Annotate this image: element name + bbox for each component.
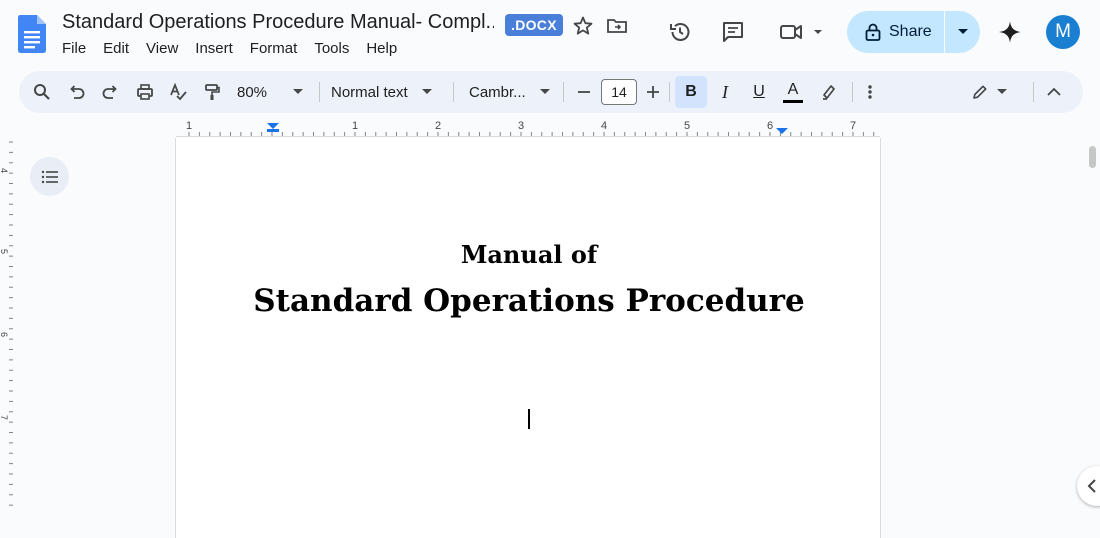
formatting-toolbar: 80% Normal text Cambr... 14 B I U A: [19, 71, 1083, 113]
toolbar-divider: [852, 82, 853, 102]
minus-icon: [578, 91, 590, 93]
menu-format[interactable]: Format: [250, 40, 298, 57]
move-to-folder-icon[interactable]: [605, 14, 629, 38]
zoom-value: 80%: [237, 83, 268, 101]
star-icon[interactable]: [571, 14, 595, 38]
hide-menus-button[interactable]: [1041, 71, 1067, 113]
docx-format-badge: .DOCX: [505, 14, 563, 36]
spellcheck-icon: [170, 83, 187, 101]
redo-icon: [102, 85, 117, 99]
paragraph-style-select[interactable]: Normal text: [325, 71, 445, 113]
version-history-icon[interactable]: [668, 20, 692, 44]
more-vertical-icon: [868, 85, 872, 99]
chevron-down-icon: [957, 29, 968, 34]
outline-list-icon: [41, 170, 58, 183]
share-label: Share: [889, 23, 932, 40]
share-button[interactable]: Share: [847, 11, 944, 53]
document-page[interactable]: Manual of Standard Operations Procedure: [175, 138, 881, 538]
undo-button[interactable]: [64, 71, 90, 113]
menu-insert[interactable]: Insert: [195, 40, 233, 57]
ruler-label: 5: [684, 120, 690, 132]
undo-icon: [70, 85, 85, 99]
first-line-indent-marker[interactable]: [267, 129, 279, 132]
text-color-swatch: [783, 99, 803, 103]
right-indent-marker[interactable]: [776, 128, 788, 134]
vertical-ruler-label: 6: [0, 332, 9, 337]
text-color-button[interactable]: A: [781, 71, 805, 113]
vertical-ruler-label: 7: [0, 415, 9, 420]
chevron-up-icon: [1047, 87, 1061, 96]
underline-button[interactable]: U: [747, 71, 771, 113]
docs-logo-icon[interactable]: [18, 15, 46, 53]
toolbar-divider: [669, 82, 670, 102]
menu-help[interactable]: Help: [366, 40, 397, 57]
account-avatar[interactable]: M: [1046, 15, 1080, 49]
plus-icon: [647, 86, 659, 98]
toolbar-divider: [319, 82, 320, 102]
highlighter-icon: [823, 85, 835, 100]
vertical-ruler-label: 5: [0, 249, 9, 254]
chevron-down-icon: [539, 89, 550, 94]
ruler-label: 3: [518, 120, 524, 132]
document-heading-large[interactable]: Standard Operations Procedure: [176, 283, 882, 319]
bold-button[interactable]: B: [675, 76, 707, 108]
font-family-value: Cambr...: [469, 83, 526, 101]
vertical-ruler[interactable]: 4 5 6 7: [0, 138, 14, 514]
print-button[interactable]: [132, 71, 158, 113]
decrease-font-size-button[interactable]: [574, 71, 594, 113]
vertical-ruler-label: 4: [0, 168, 9, 173]
pencil-icon: [973, 85, 987, 99]
paint-format-button[interactable]: [199, 71, 225, 113]
top-bar: Standard Operations Procedure Manual- Co…: [0, 0, 1100, 66]
print-icon: [137, 84, 153, 100]
menu-tools[interactable]: Tools: [314, 40, 349, 57]
toolbar-divider: [453, 82, 454, 102]
ruler-label: 1: [352, 120, 358, 132]
highlight-color-button[interactable]: [817, 71, 841, 113]
chevron-down-icon: [293, 89, 304, 94]
toolbar-divider: [1033, 82, 1034, 102]
menu-file[interactable]: File: [62, 40, 86, 57]
chevron-down-icon: [997, 89, 1007, 94]
italic-button[interactable]: I: [713, 71, 737, 113]
ruler-label: 1: [186, 120, 192, 132]
redo-button[interactable]: [97, 71, 123, 113]
document-heading-small[interactable]: Manual of: [176, 240, 882, 269]
menu-bar: File Edit View Insert Format Tools Help: [62, 40, 414, 57]
document-outline-button[interactable]: [30, 157, 69, 196]
left-indent-marker[interactable]: [267, 123, 279, 129]
text-cursor: [528, 409, 530, 429]
comments-icon[interactable]: [721, 20, 745, 44]
zoom-select[interactable]: 80%: [229, 71, 311, 113]
paragraph-style-value: Normal text: [331, 83, 408, 101]
share-button-group: Share: [847, 11, 980, 53]
side-panel-toggle-button[interactable]: [1077, 466, 1100, 506]
text-color-label: A: [787, 80, 799, 98]
chevron-left-icon: [1087, 479, 1096, 493]
document-title[interactable]: Standard Operations Procedure Manual- Co…: [62, 11, 494, 34]
gemini-sparkle-icon[interactable]: [998, 20, 1022, 44]
increase-font-size-button[interactable]: [643, 71, 663, 113]
search-menus-button[interactable]: [29, 71, 55, 113]
meet-video-icon[interactable]: [779, 20, 827, 44]
font-family-select[interactable]: Cambr...: [463, 71, 555, 113]
ruler-label: 6: [767, 120, 773, 132]
search-icon: [34, 84, 50, 100]
menu-view[interactable]: View: [146, 40, 178, 57]
spelling-check-button[interactable]: [165, 71, 191, 113]
ruler-label: 7: [850, 120, 856, 132]
horizontal-ruler[interactable]: 1 1 2 3 4 5 6 7: [176, 117, 880, 137]
ruler-label: 2: [435, 120, 441, 132]
share-dropdown-button[interactable]: [945, 11, 980, 53]
menu-edit[interactable]: Edit: [103, 40, 129, 57]
paint-format-icon: [205, 84, 220, 100]
font-size-input[interactable]: 14: [601, 79, 637, 105]
chevron-down-icon: [421, 89, 432, 94]
toolbar-divider: [563, 82, 564, 102]
ruler-label: 4: [601, 120, 607, 132]
vertical-scrollbar-thumb[interactable]: [1089, 146, 1096, 168]
lock-icon: [865, 23, 881, 41]
more-options-button[interactable]: [858, 71, 882, 113]
editing-mode-select[interactable]: [963, 71, 1015, 113]
